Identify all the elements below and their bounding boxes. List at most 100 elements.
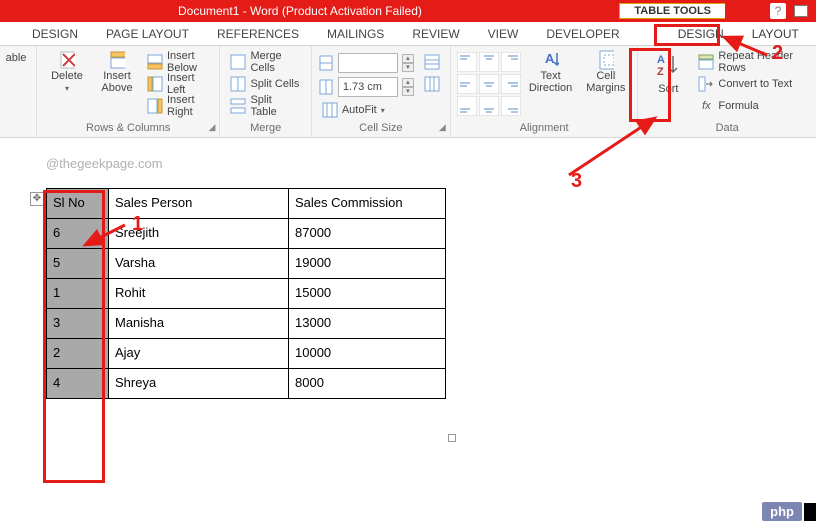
align-bot-right[interactable] [501,96,521,116]
insert-right-button[interactable]: Insert Right [143,96,213,116]
help-icon[interactable]: ? [770,3,786,19]
align-mid-left[interactable] [457,74,477,94]
highlight-layout-tab [654,24,720,46]
tab-developer[interactable]: DEVELOPER [532,22,633,45]
align-bot-left[interactable] [457,96,477,116]
document-area: @thegeekpage.com ✥ Sl No Sales Person Sa… [0,138,816,399]
tab-review[interactable]: REVIEW [398,22,473,45]
width-spinner[interactable]: ▴▾ [402,78,414,96]
distribute-cols-button[interactable] [420,74,444,94]
group-alignment: Alignment [457,120,632,137]
chevron-down-icon: ▾ [65,84,69,93]
split-table-button[interactable]: Split Table [226,96,304,116]
formula-button[interactable]: fx Formula [694,96,810,116]
tab-page-layout[interactable]: PAGE LAYOUT [92,22,203,45]
tab-mailings[interactable]: MAILINGS [313,22,398,45]
height-input[interactable] [338,53,398,73]
table-row[interactable]: 3Manisha13000 [47,309,446,339]
convert-text-icon [698,76,714,92]
col-width-control[interactable]: ▴▾ [318,76,414,98]
row-height-control[interactable]: ▴▾ [318,52,414,74]
tab-view[interactable]: VIEW [474,22,533,45]
table-button-label: able [6,52,27,64]
dialog-launcher-icon[interactable]: ◢ [209,122,216,133]
group-cell-size: Cell Size [318,120,444,137]
autofit-label: AutoFit [342,104,377,116]
table-row[interactable]: 2Ajay10000 [47,339,446,369]
insert-left-button[interactable]: Insert Left [143,74,213,94]
insert-left-label: Insert Left [167,72,209,96]
cell-margins-label: Cell Margins [586,70,625,94]
delete-label: Delete [51,70,83,82]
formula-icon: fx [698,98,714,114]
table-row[interactable]: 1Rohit15000 [47,279,446,309]
insert-below-label: Insert Below [167,50,209,74]
split-cells-label: Split Cells [250,78,299,90]
tab-references[interactable]: REFERENCES [203,22,313,45]
merge-cells-label: Merge Cells [250,50,300,74]
width-icon [318,79,334,95]
header-sales-commission[interactable]: Sales Commission [289,189,446,219]
chevron-down-icon: ▾ [381,106,385,115]
group-data: Data [644,120,810,137]
delete-icon [59,52,75,68]
text-direction-button[interactable]: A Text Direction [523,48,578,120]
insert-below-icon [147,54,163,70]
dialog-launcher-icon[interactable]: ◢ [439,122,446,133]
split-table-icon [230,98,246,114]
distribute-rows-button[interactable] [420,52,444,72]
ribbon: able Delete ▾ Insert Above [0,46,816,138]
table-row[interactable]: 4Shreya8000 [47,369,446,399]
svg-text:A: A [545,51,555,66]
insert-above-button[interactable]: Insert Above [93,48,141,120]
formula-label: Formula [718,100,758,112]
repeat-header-label: Repeat Header Rows [718,50,806,74]
repeat-header-rows-button[interactable]: Repeat Header Rows [694,52,810,72]
php-badge: php [762,502,802,521]
autofit-button[interactable]: AutoFit ▾ [318,100,414,120]
table-header-row[interactable]: Sl No Sales Person Sales Commission [47,189,446,219]
merge-cells-icon [230,54,246,70]
cell-margins-icon [598,52,614,68]
height-spinner[interactable]: ▴▾ [402,54,414,72]
window-title: Document1 - Word (Product Activation Fai… [178,4,422,18]
delete-button[interactable]: Delete ▾ [43,48,91,120]
table-move-handle[interactable]: ✥ [30,192,44,206]
highlight-sort-button [629,48,671,122]
insert-left-icon [147,76,163,92]
align-mid-center[interactable] [479,74,499,94]
group-rows-columns: Rows & Columns [43,120,213,137]
distribute-cols-icon [424,76,440,92]
highlight-sl-column [43,190,105,483]
tab-table-layout[interactable]: LAYOUT [738,22,813,45]
table-row[interactable]: 6Sreejith87000 [47,219,446,249]
text-direction-label: Text Direction [529,70,572,94]
split-cells-button[interactable]: Split Cells [226,74,304,94]
merge-cells-button[interactable]: Merge Cells [226,52,304,72]
watermark-text: @thegeekpage.com [46,156,163,171]
align-top-center[interactable] [479,52,499,72]
insert-above-icon [109,52,125,68]
table-resize-handle[interactable] [448,434,456,442]
align-bot-center[interactable] [479,96,499,116]
height-icon [318,55,334,71]
highlight-table-tools [582,0,728,22]
cell-margins-button[interactable]: Cell Margins [580,48,631,120]
alignment-grid [457,48,521,120]
align-top-left[interactable] [457,52,477,72]
table-button[interactable]: able [2,48,30,120]
align-top-right[interactable] [501,52,521,72]
align-mid-right[interactable] [501,74,521,94]
table-row[interactable]: 5Varsha19000 [47,249,446,279]
ribbon-display-options-icon[interactable] [794,5,808,17]
insert-below-button[interactable]: Insert Below [143,52,213,72]
header-sales-person[interactable]: Sales Person [109,189,289,219]
autofit-icon [322,102,338,118]
sales-table[interactable]: Sl No Sales Person Sales Commission 6Sre… [46,188,446,399]
tab-design[interactable]: DESIGN [18,22,92,45]
insert-right-label: Insert Right [167,94,209,118]
width-input[interactable] [338,77,398,97]
text-direction-icon: A [543,52,559,68]
repeat-header-icon [698,54,714,70]
convert-to-text-button[interactable]: Convert to Text [694,74,810,94]
